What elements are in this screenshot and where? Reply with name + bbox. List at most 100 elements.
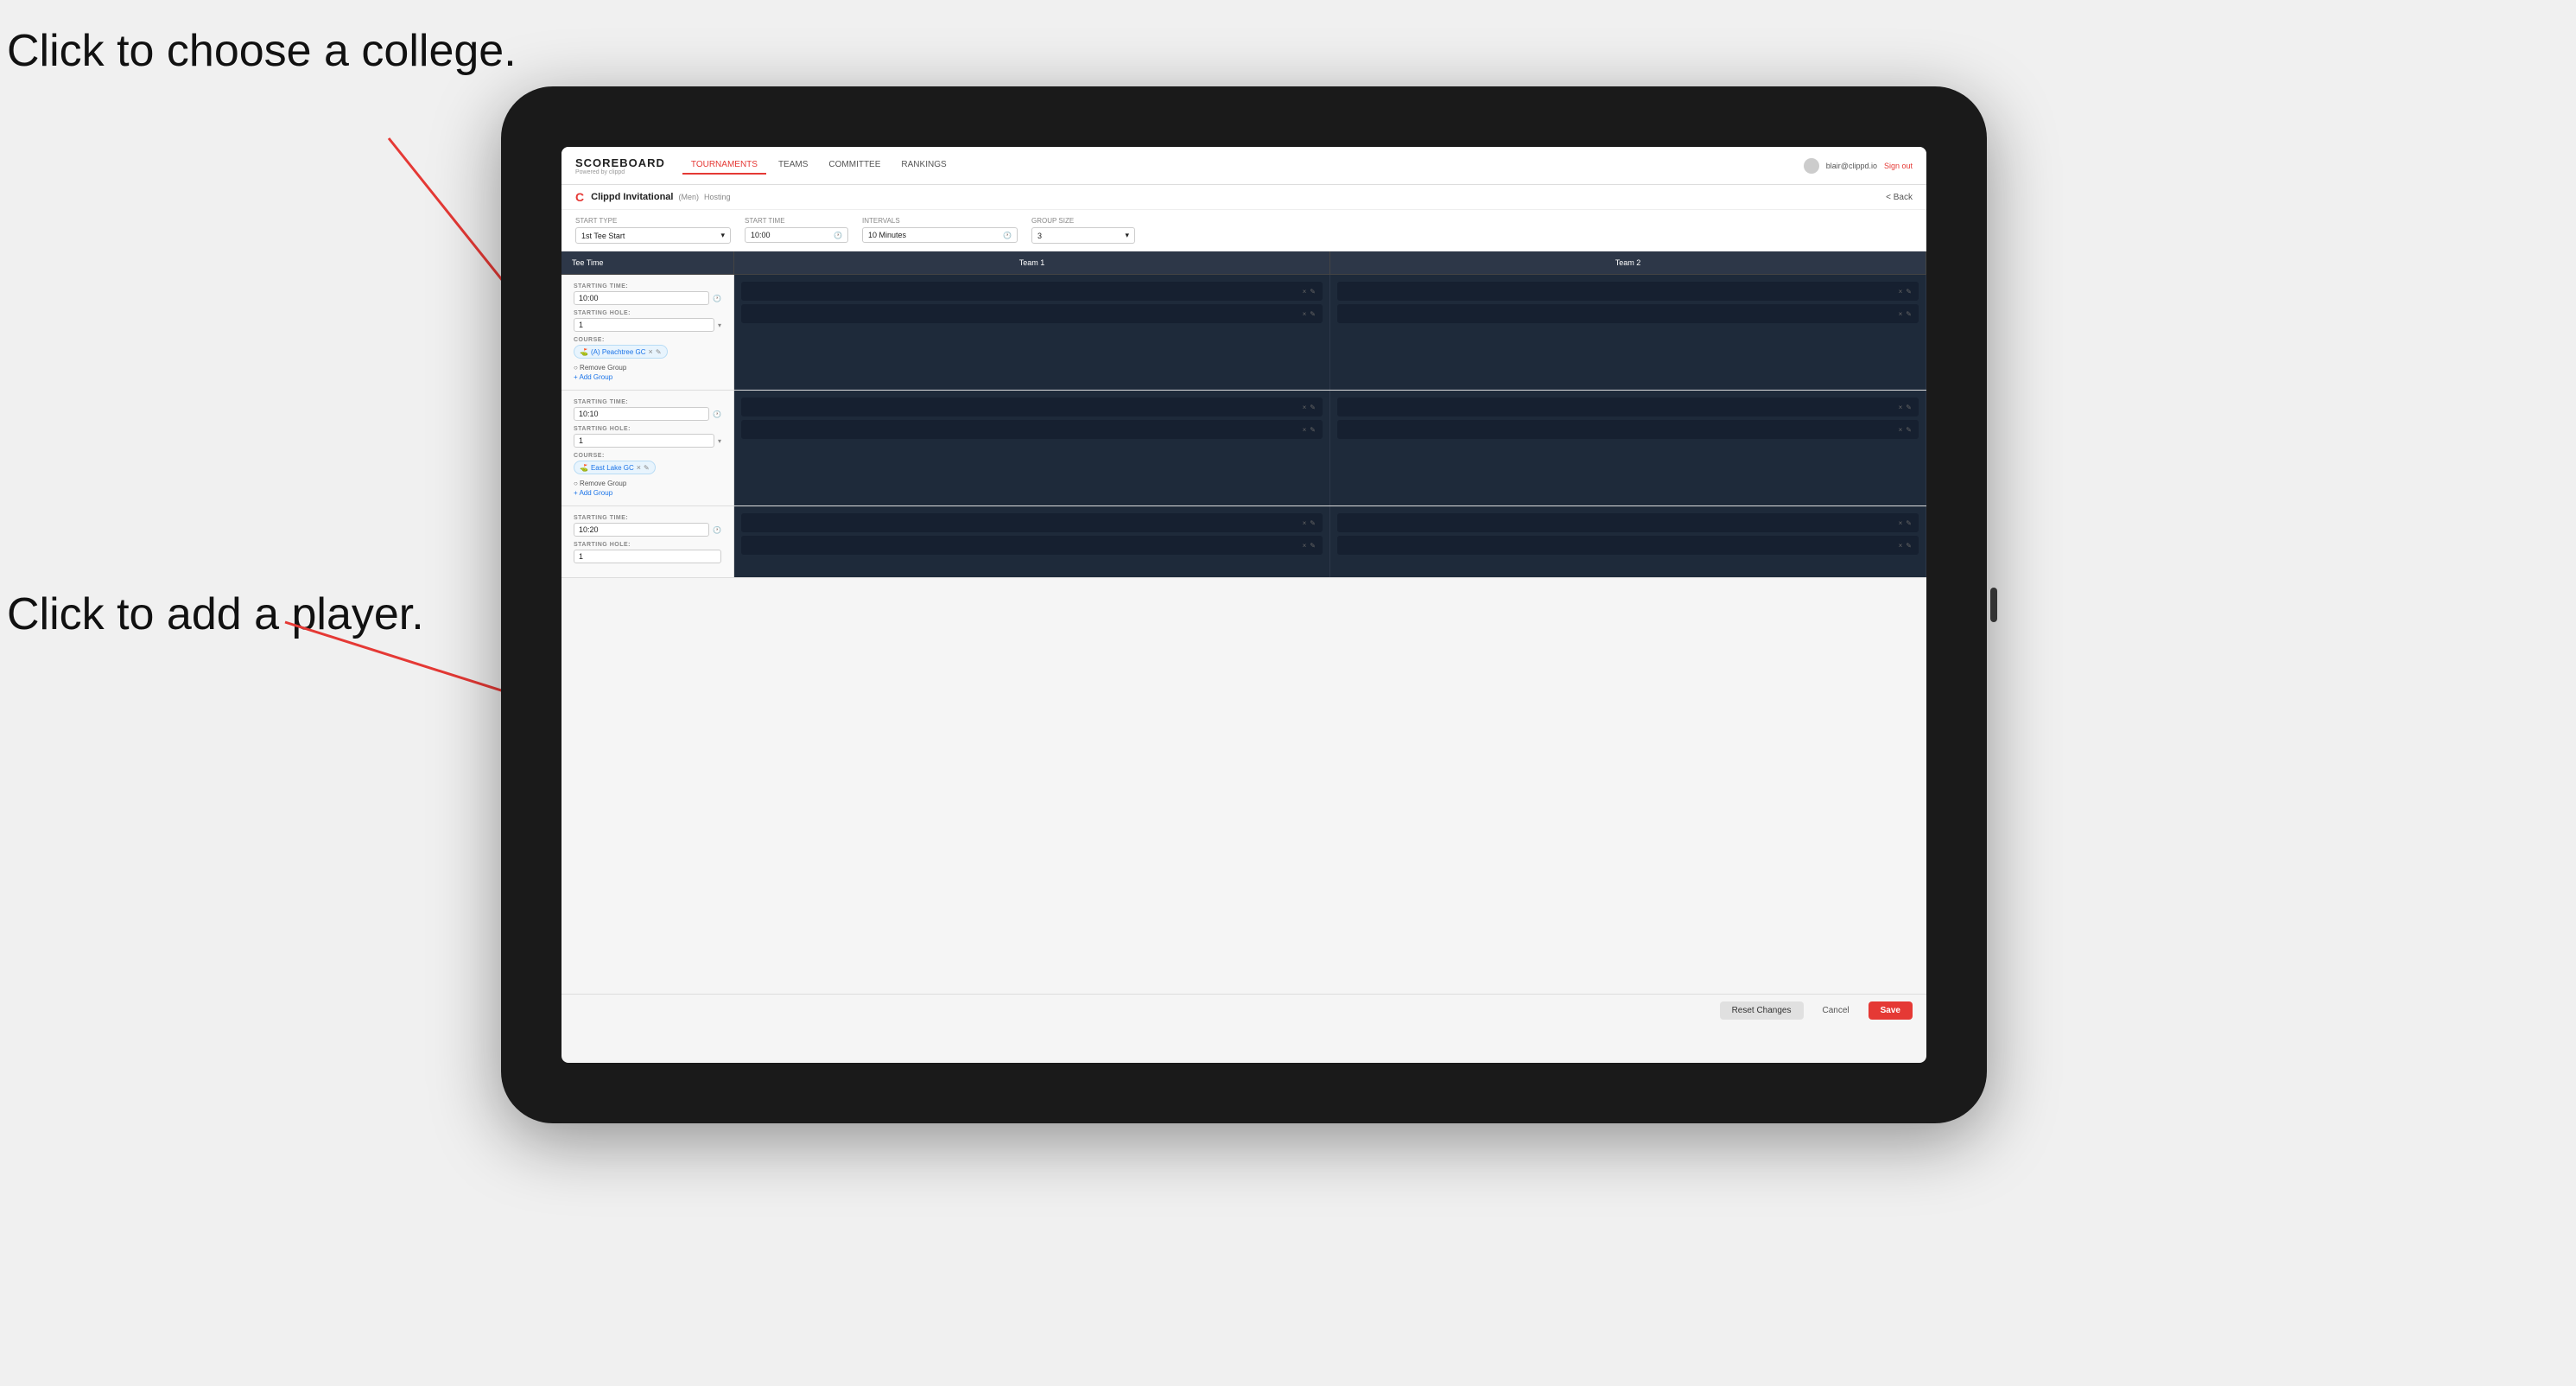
cancel-button[interactable]: Cancel [1811,1001,1862,1020]
player-x-2-2[interactable]: × [1899,310,1903,318]
table-header: Tee Time Team 1 Team 2 [562,251,1926,275]
player-edit-1-1[interactable]: ✎ [1310,288,1316,296]
player-edit-1-2[interactable]: ✎ [1310,310,1316,318]
course-tag-1[interactable]: ⛳ (A) Peachtree GC × ✎ [574,345,668,359]
nav-tab-teams[interactable]: TEAMS [770,156,816,175]
starting-time-label-3: STARTING TIME: [574,515,721,521]
course-remove-1[interactable]: × [649,347,653,356]
starting-time-label-2: STARTING TIME: [574,399,721,405]
player-x-6-1[interactable]: × [1899,519,1903,527]
player-row-5-2[interactable]: × ✎ [741,536,1323,555]
player-edit-6-2[interactable]: ✎ [1906,542,1912,550]
player-x-5-1[interactable]: × [1303,519,1307,527]
player-row-5-1[interactable]: × ✎ [741,513,1323,532]
player-row-3-1[interactable]: × ✎ [741,397,1323,416]
player-edit-3-1[interactable]: ✎ [1310,404,1316,411]
player-row-3-2[interactable]: × ✎ [741,420,1323,439]
player-row-2-1[interactable]: × ✎ [1337,282,1919,301]
group-size-chevron: ▾ [1125,231,1129,240]
player-row-6-2[interactable]: × ✎ [1337,536,1919,555]
player-row-1-1[interactable]: × ✎ [741,282,1323,301]
player-x-4-1[interactable]: × [1899,404,1903,411]
player-x-3-1[interactable]: × [1303,404,1307,411]
group-left-3: STARTING TIME: 🕐 STARTING HOLE: [562,506,734,577]
player-edit-5-2[interactable]: ✎ [1310,542,1316,550]
starting-time-row-3: 🕐 [574,523,721,537]
sign-out-link[interactable]: Sign out [1884,162,1913,170]
player-edit-2-2[interactable]: ✎ [1906,310,1912,318]
player-edit-3-2[interactable]: ✎ [1310,426,1316,434]
time-icon-2: 🕐 [713,410,721,418]
player-x-1-2[interactable]: × [1303,310,1307,318]
starting-time-input-3[interactable] [574,523,709,537]
start-time-group: Start Time 10:00 🕐 [745,217,848,244]
intervals-select[interactable]: 10 Minutes 🕐 [862,227,1018,243]
team2-col-1: × ✎ × ✎ [1330,275,1926,390]
hole-chevron-1: ▾ [718,321,721,329]
reset-changes-button[interactable]: Reset Changes [1720,1001,1804,1020]
player-row-2-2[interactable]: × ✎ [1337,304,1919,323]
course-remove-2[interactable]: × [637,463,641,472]
save-button[interactable]: Save [1869,1001,1913,1020]
player-actions-6-1: × ✎ [1899,519,1912,527]
course-edit-2[interactable]: ✎ [644,464,650,472]
app-logo-sub: Powered by clippd [575,169,665,175]
course-name-1: (A) Peachtree GC [591,348,646,356]
course-row-2: ⛳ East Lake GC × ✎ [574,461,721,474]
player-edit-6-1[interactable]: ✎ [1906,519,1912,527]
starting-hole-input-3[interactable] [574,550,721,563]
group-size-value: 3 [1037,232,1042,240]
time-icon-3: 🕐 [713,526,721,534]
tablet-screen: SCOREBOARD Powered by clippd TOURNAMENTS… [562,147,1926,1063]
group-row-3: STARTING TIME: 🕐 STARTING HOLE: × [562,506,1926,578]
nav-tab-committee[interactable]: COMMITTEE [820,156,889,175]
player-x-3-2[interactable]: × [1303,426,1307,434]
starting-hole-input-2[interactable] [574,434,714,448]
starting-time-input-2[interactable] [574,407,709,421]
player-x-5-2[interactable]: × [1303,542,1307,550]
course-edit-1[interactable]: ✎ [656,348,662,356]
remove-group-btn-1[interactable]: ○ Remove Group [574,364,721,372]
nav-tab-tournaments[interactable]: TOURNAMENTS [682,156,766,175]
player-x-2-1[interactable]: × [1899,288,1903,296]
player-row-6-1[interactable]: × ✎ [1337,513,1919,532]
course-name-2: East Lake GC [591,464,634,472]
group-size-label: Group Size [1031,217,1135,225]
intervals-label: Intervals [862,217,1018,225]
player-actions-3-1: × ✎ [1303,404,1316,411]
start-time-select[interactable]: 10:00 🕐 [745,227,848,243]
starting-time-input-1[interactable] [574,291,709,305]
player-edit-4-2[interactable]: ✎ [1906,426,1912,434]
player-actions-2-1: × ✎ [1899,288,1912,296]
groups-scroll-area[interactable]: STARTING TIME: 🕐 STARTING HOLE: ▾ COURSE… [562,275,1926,994]
player-row-4-1[interactable]: × ✎ [1337,397,1919,416]
nav-tab-rankings[interactable]: RANKINGS [892,156,955,175]
player-row-1-2[interactable]: × ✎ [741,304,1323,323]
player-edit-2-1[interactable]: ✎ [1906,288,1912,296]
add-group-btn-2[interactable]: + Add Group [574,489,721,497]
start-type-chevron: ▾ [720,231,725,240]
starting-hole-row-1: ▾ [574,318,721,332]
player-edit-4-1[interactable]: ✎ [1906,404,1912,411]
start-time-label: Start Time [745,217,848,225]
tablet-shell: SCOREBOARD Powered by clippd TOURNAMENTS… [501,86,1987,1123]
player-x-1-1[interactable]: × [1303,288,1307,296]
add-group-btn-1[interactable]: + Add Group [574,373,721,381]
course-icon-1: ⛳ [580,348,588,356]
team2-col-3: × ✎ × ✎ [1330,506,1926,577]
group-size-select[interactable]: 3 ▾ [1031,227,1135,244]
player-x-6-2[interactable]: × [1899,542,1903,550]
player-row-4-2[interactable]: × ✎ [1337,420,1919,439]
player-edit-5-1[interactable]: ✎ [1310,519,1316,527]
player-actions-5-2: × ✎ [1303,542,1316,550]
back-button[interactable]: < Back [1886,193,1913,202]
remove-group-btn-2[interactable]: ○ Remove Group [574,480,721,487]
team1-col-3: × ✎ × ✎ [734,506,1330,577]
player-x-4-2[interactable]: × [1899,426,1903,434]
team2-col-2: × ✎ × ✎ [1330,391,1926,505]
start-type-select[interactable]: 1st Tee Start ▾ [575,227,731,244]
course-tag-2[interactable]: ⛳ East Lake GC × ✎ [574,461,656,474]
starting-hole-input-1[interactable] [574,318,714,332]
group-left-1: STARTING TIME: 🕐 STARTING HOLE: ▾ COURSE… [562,275,734,390]
starting-hole-label-1: STARTING HOLE: [574,310,721,316]
